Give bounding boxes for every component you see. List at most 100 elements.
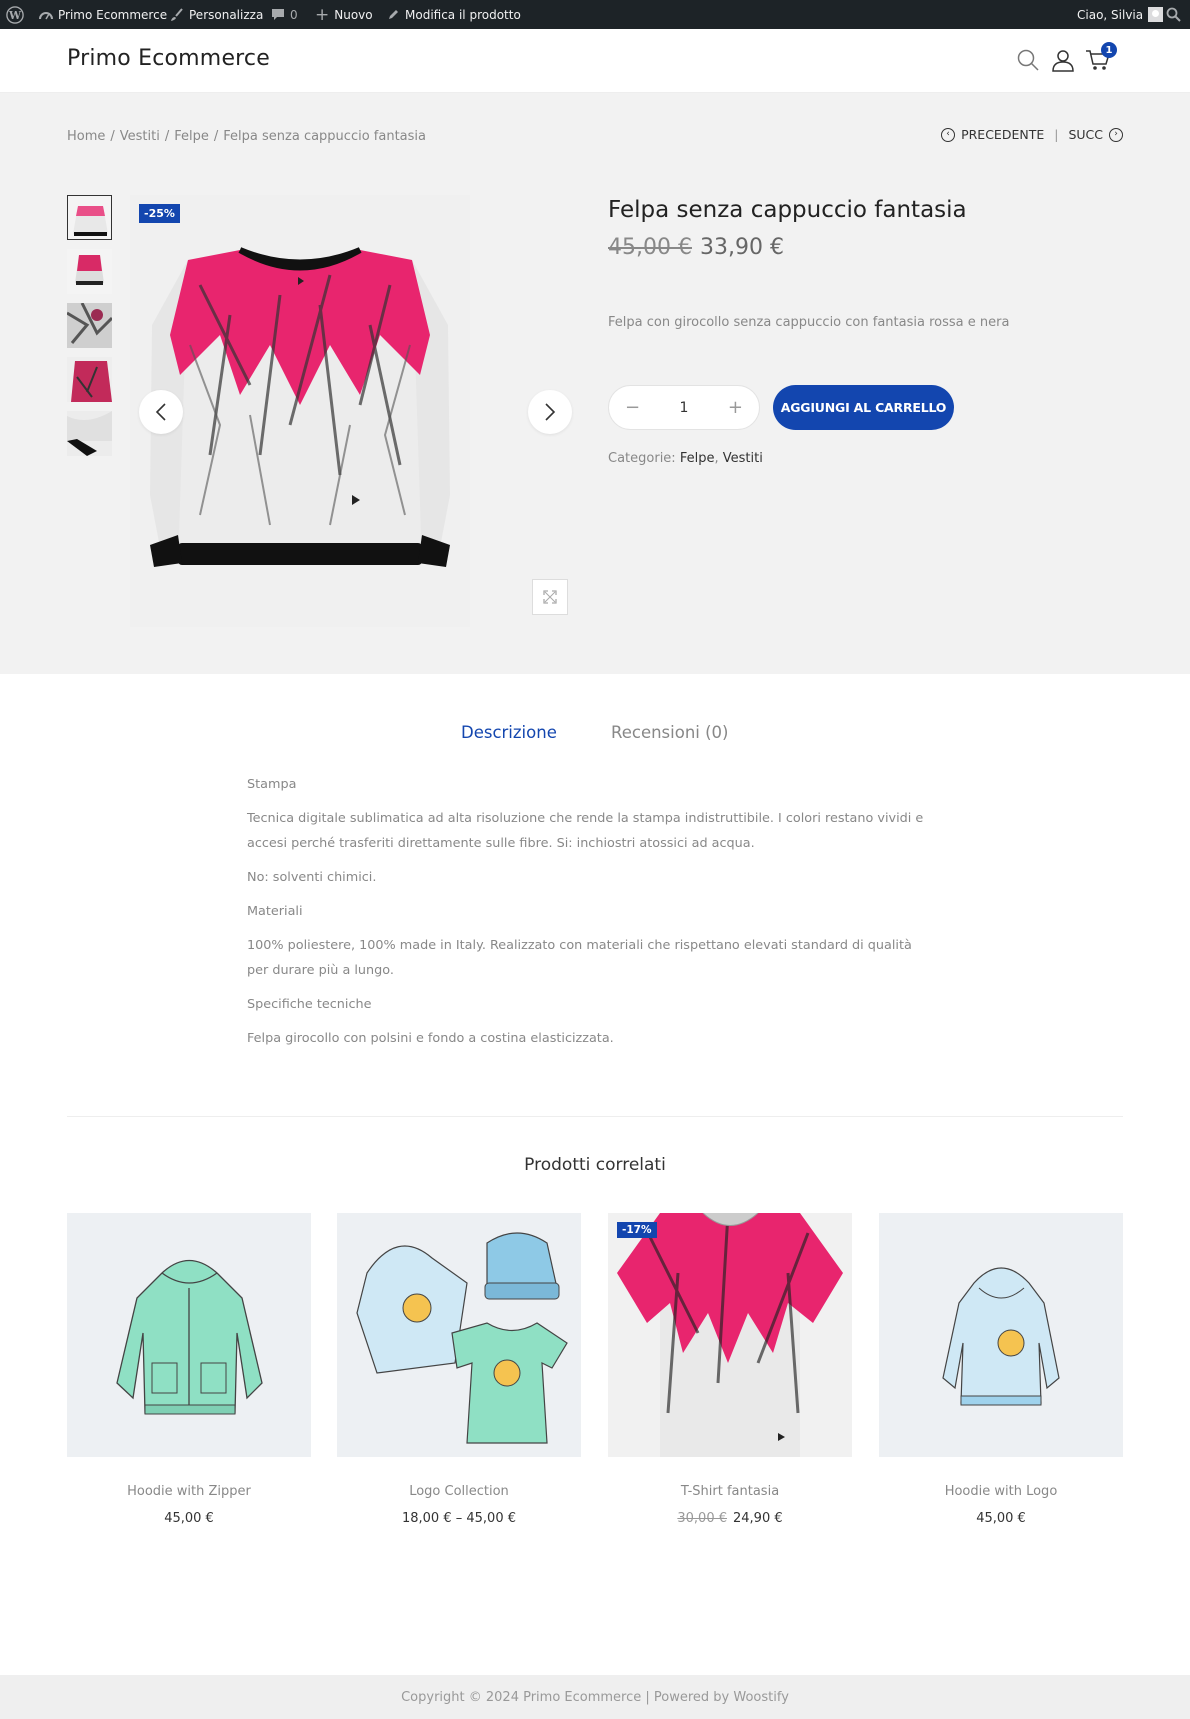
expand-icon: [543, 590, 557, 604]
chevron-left-icon: [155, 403, 166, 421]
related-product-card[interactable]: -17% T-Shirt fantasia 30,00 € 24,90 €: [608, 1213, 852, 1526]
related-product-image[interactable]: [879, 1213, 1123, 1457]
comment-icon: [271, 8, 285, 21]
site-header: Primo Ecommerce 1: [0, 29, 1190, 93]
cart-icon[interactable]: 1: [1085, 42, 1117, 73]
admin-customize-link[interactable]: Personalizza: [170, 0, 263, 29]
description-paragraph: 100% poliestere, 100% made in Italy. Rea…: [247, 938, 912, 978]
search-icon[interactable]: [1015, 47, 1041, 73]
related-product-price: 45,00 €: [976, 1511, 1026, 1526]
thumbnail-5[interactable]: [67, 411, 112, 456]
product-categories: Categorie: Felpe, Vestiti: [608, 451, 763, 466]
breadcrumb-current: Felpa senza cappuccio fantasia: [223, 129, 426, 144]
admin-comments-link[interactable]: 0: [271, 0, 298, 29]
wordpress-logo-icon[interactable]: W: [6, 0, 24, 29]
breadcrumb-separator: /: [213, 129, 219, 144]
description-paragraph: Felpa girocollo con polsini e fondo a co…: [247, 1031, 614, 1046]
thumbnail-3[interactable]: [67, 303, 112, 348]
admin-edit-product-link[interactable]: Modifica il prodotto: [387, 0, 521, 29]
related-product-name[interactable]: Hoodie with Logo: [879, 1484, 1123, 1499]
description-paragraph: Tecnica digitale sublimatica ad alta ris…: [247, 811, 924, 851]
breadcrumb-vestiti[interactable]: Vestiti: [120, 129, 160, 144]
related-product-name[interactable]: Hoodie with Zipper: [67, 1484, 311, 1499]
tab-reviews[interactable]: Recensioni (0): [611, 723, 729, 742]
related-product-price: 30,00 € 24,90 €: [608, 1511, 852, 1526]
gallery-prev-button[interactable]: [139, 390, 183, 434]
user-icon[interactable]: [1050, 47, 1076, 73]
related-product-name[interactable]: T-Shirt fantasia: [608, 1484, 852, 1499]
svg-text:W: W: [8, 9, 22, 22]
sale-badge: -25%: [139, 204, 180, 223]
breadcrumb-separator: /: [164, 129, 170, 144]
site-title[interactable]: Primo Ecommerce: [67, 46, 270, 71]
related-product-name[interactable]: Logo Collection: [337, 1484, 581, 1499]
description-paragraph: No: solventi chimici.: [247, 870, 377, 885]
related-product-price: 45,00 €: [164, 1511, 214, 1526]
admin-comments-count: 0: [290, 7, 298, 22]
related-product-price: 18,00 € – 45,00 €: [401, 1511, 516, 1526]
related-product-image[interactable]: [67, 1213, 311, 1457]
footer-copyright: Copyright © 2024 Primo Ecommerce | Power…: [401, 1689, 789, 1705]
minus-icon[interactable]: −: [625, 397, 640, 418]
categories-label: Categorie:: [608, 451, 676, 466]
old-price: 45,00 €: [608, 235, 692, 260]
dashboard-icon: [39, 9, 53, 21]
chevron-left-circle-icon[interactable]: ‹: [941, 127, 956, 142]
plus-icon: +: [315, 4, 330, 25]
category-link-vestiti[interactable]: Vestiti: [723, 451, 763, 466]
thumbnail-1[interactable]: [67, 195, 112, 240]
chevron-right-icon: [545, 403, 556, 421]
related-product-image[interactable]: [337, 1213, 581, 1457]
quantity-stepper[interactable]: − 1 +: [608, 385, 760, 430]
site-footer: Copyright © 2024 Primo Ecommerce | Power…: [0, 1675, 1190, 1719]
product-price: 45,00 € 33,90 €: [608, 235, 784, 260]
sale-badge: -17%: [617, 1222, 657, 1238]
product-navigation: ‹ PRECEDENTE | SUCC ›: [941, 127, 1123, 142]
admin-site-link[interactable]: Primo Ecommerce: [39, 0, 167, 29]
thumbnail-4[interactable]: [67, 357, 112, 402]
nav-divider: |: [1054, 127, 1059, 142]
breadcrumb-home[interactable]: Home: [67, 129, 105, 144]
plus-icon[interactable]: +: [728, 397, 743, 418]
prev-product-link[interactable]: PRECEDENTE: [961, 127, 1044, 142]
admin-search-icon[interactable]: [1166, 0, 1181, 29]
product-short-description: Felpa con girocollo senza cappuccio con …: [608, 315, 1010, 330]
description-panel: Stampa Tecnica digitale sublimatica ad a…: [247, 772, 927, 1060]
admin-edit-product-label: Modifica il prodotto: [405, 7, 521, 22]
breadcrumb: Home / Vestiti / Felpe / Felpa senza cap…: [67, 129, 426, 144]
related-current-price: 24,90 €: [733, 1511, 783, 1526]
current-price: 33,90 €: [699, 235, 784, 260]
thumbnail-2[interactable]: [67, 249, 112, 294]
breadcrumb-separator: /: [110, 129, 115, 144]
tab-description[interactable]: Descrizione: [461, 723, 557, 742]
product-section: Home / Vestiti / Felpe / Felpa senza cap…: [0, 93, 1190, 674]
admin-customize-label: Personalizza: [189, 7, 264, 22]
description-heading-specifiche: Specifiche tecniche: [247, 997, 372, 1012]
chevron-right-circle-icon[interactable]: ›: [1109, 127, 1123, 142]
admin-account-link[interactable]: Ciao, Silvia: [1077, 0, 1164, 29]
admin-greeting: Ciao, Silvia: [1077, 7, 1144, 22]
related-products-title: Prodotti correlati: [524, 1155, 666, 1175]
admin-site-name: Primo Ecommerce: [58, 7, 168, 22]
brush-icon: [170, 7, 184, 22]
gallery-next-button[interactable]: [528, 390, 572, 434]
admin-new-link[interactable]: + Nuovo: [315, 0, 373, 29]
related-product-card[interactable]: Logo Collection 18,00 € – 45,00 €: [337, 1213, 581, 1526]
next-product-link[interactable]: SUCC: [1068, 127, 1103, 142]
category-link-felpe[interactable]: Felpe: [680, 451, 715, 466]
breadcrumb-felpe[interactable]: Felpe: [174, 129, 209, 144]
pencil-icon: [387, 8, 400, 21]
product-title: Felpa senza cappuccio fantasia: [608, 197, 967, 223]
add-to-cart-button[interactable]: AGGIUNGI AL CARRELLO: [773, 385, 954, 430]
quantity-value[interactable]: 1: [680, 400, 689, 416]
cart-count-badge: 1: [1101, 42, 1117, 58]
avatar: [1148, 7, 1164, 22]
zoom-button[interactable]: [532, 579, 568, 615]
description-heading-stampa: Stampa: [247, 777, 297, 792]
description-heading-materiali: Materiali: [247, 904, 303, 919]
related-product-image[interactable]: -17%: [608, 1213, 852, 1457]
related-old-price: 30,00 €: [677, 1511, 727, 1526]
related-product-card[interactable]: Hoodie with Zipper 45,00 €: [67, 1213, 311, 1526]
related-product-card[interactable]: Hoodie with Logo 45,00 €: [879, 1213, 1123, 1526]
admin-new-label: Nuovo: [334, 7, 373, 22]
